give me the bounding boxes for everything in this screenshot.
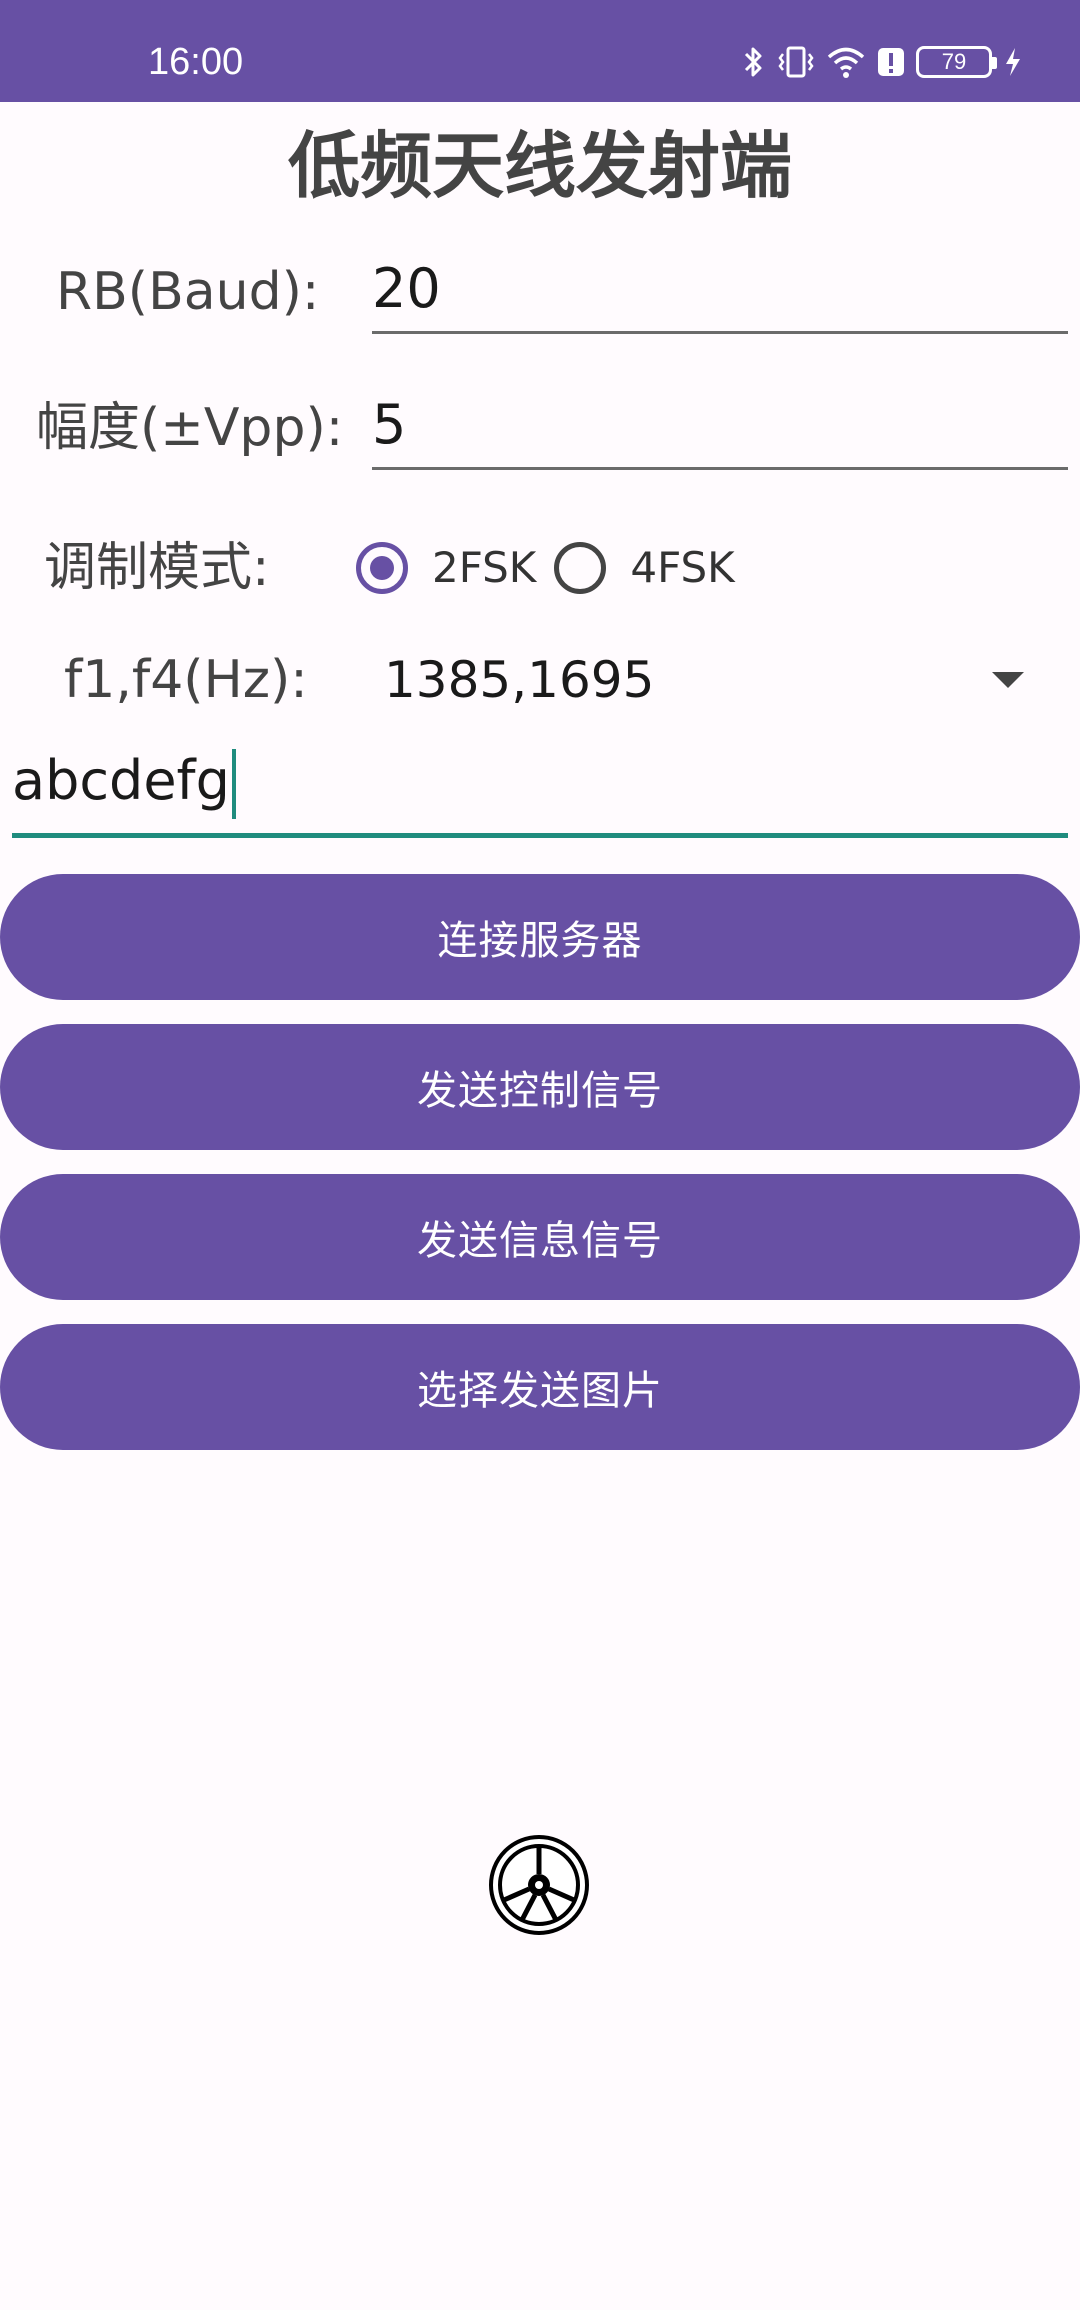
message-input-value-wrap: abcdefg (12, 747, 236, 819)
page-title: 低频天线发射端 (287, 124, 792, 208)
frequency-dropdown-value: 1385,1695 (384, 651, 655, 709)
amplitude-input-value: 5 (372, 393, 407, 456)
charging-icon (1006, 48, 1020, 76)
message-input-value: abcdefg (12, 748, 230, 812)
modulation-radio-group: 2FSK 4FSK (356, 536, 753, 600)
send-info-signal-button[interactable]: 发送信息信号 (0, 1174, 1080, 1300)
rb-label: RB(Baud): (56, 262, 320, 322)
status-bar: 16:00 79 (0, 0, 1080, 102)
select-image-button[interactable]: 选择发送图片 (0, 1324, 1080, 1450)
frequency-label: f1,f4(Hz): (64, 650, 308, 710)
status-icons: 79 (742, 38, 1024, 86)
radio-4fsk[interactable]: 4FSK (554, 540, 735, 596)
rb-input-value: 20 (372, 257, 441, 320)
amplitude-input[interactable]: 5 (372, 390, 1068, 470)
radio-2fsk-label[interactable]: 2FSK (432, 540, 536, 596)
battery-icon: 79 (916, 46, 997, 78)
message-input[interactable]: abcdefg (12, 742, 1068, 838)
radio-2fsk-circle[interactable] (356, 542, 408, 594)
radio-2fsk[interactable]: 2FSK (356, 540, 536, 596)
text-caret (231, 749, 236, 819)
wheel-icon (489, 1835, 589, 1935)
battery-level: 79 (941, 49, 967, 74)
wifi-icon (827, 47, 865, 78)
chevron-down-icon[interactable] (992, 672, 1024, 688)
bluetooth-icon (744, 47, 762, 77)
rb-input[interactable]: 20 (372, 254, 1068, 334)
frequency-dropdown[interactable]: 1385,1695 (384, 648, 1040, 712)
vibrate-icon (778, 46, 814, 78)
radio-4fsk-circle[interactable] (554, 542, 607, 594)
status-time: 16:00 (148, 41, 244, 83)
amplitude-label: 幅度(±Vpp): (36, 398, 344, 458)
modulation-label: 调制模式: (44, 538, 270, 598)
send-control-signal-button[interactable]: 发送控制信号 (0, 1024, 1080, 1150)
alert-icon (878, 48, 904, 76)
radio-4fsk-label[interactable]: 4FSK (630, 540, 734, 596)
connect-server-button[interactable]: 连接服务器 (0, 874, 1080, 1000)
